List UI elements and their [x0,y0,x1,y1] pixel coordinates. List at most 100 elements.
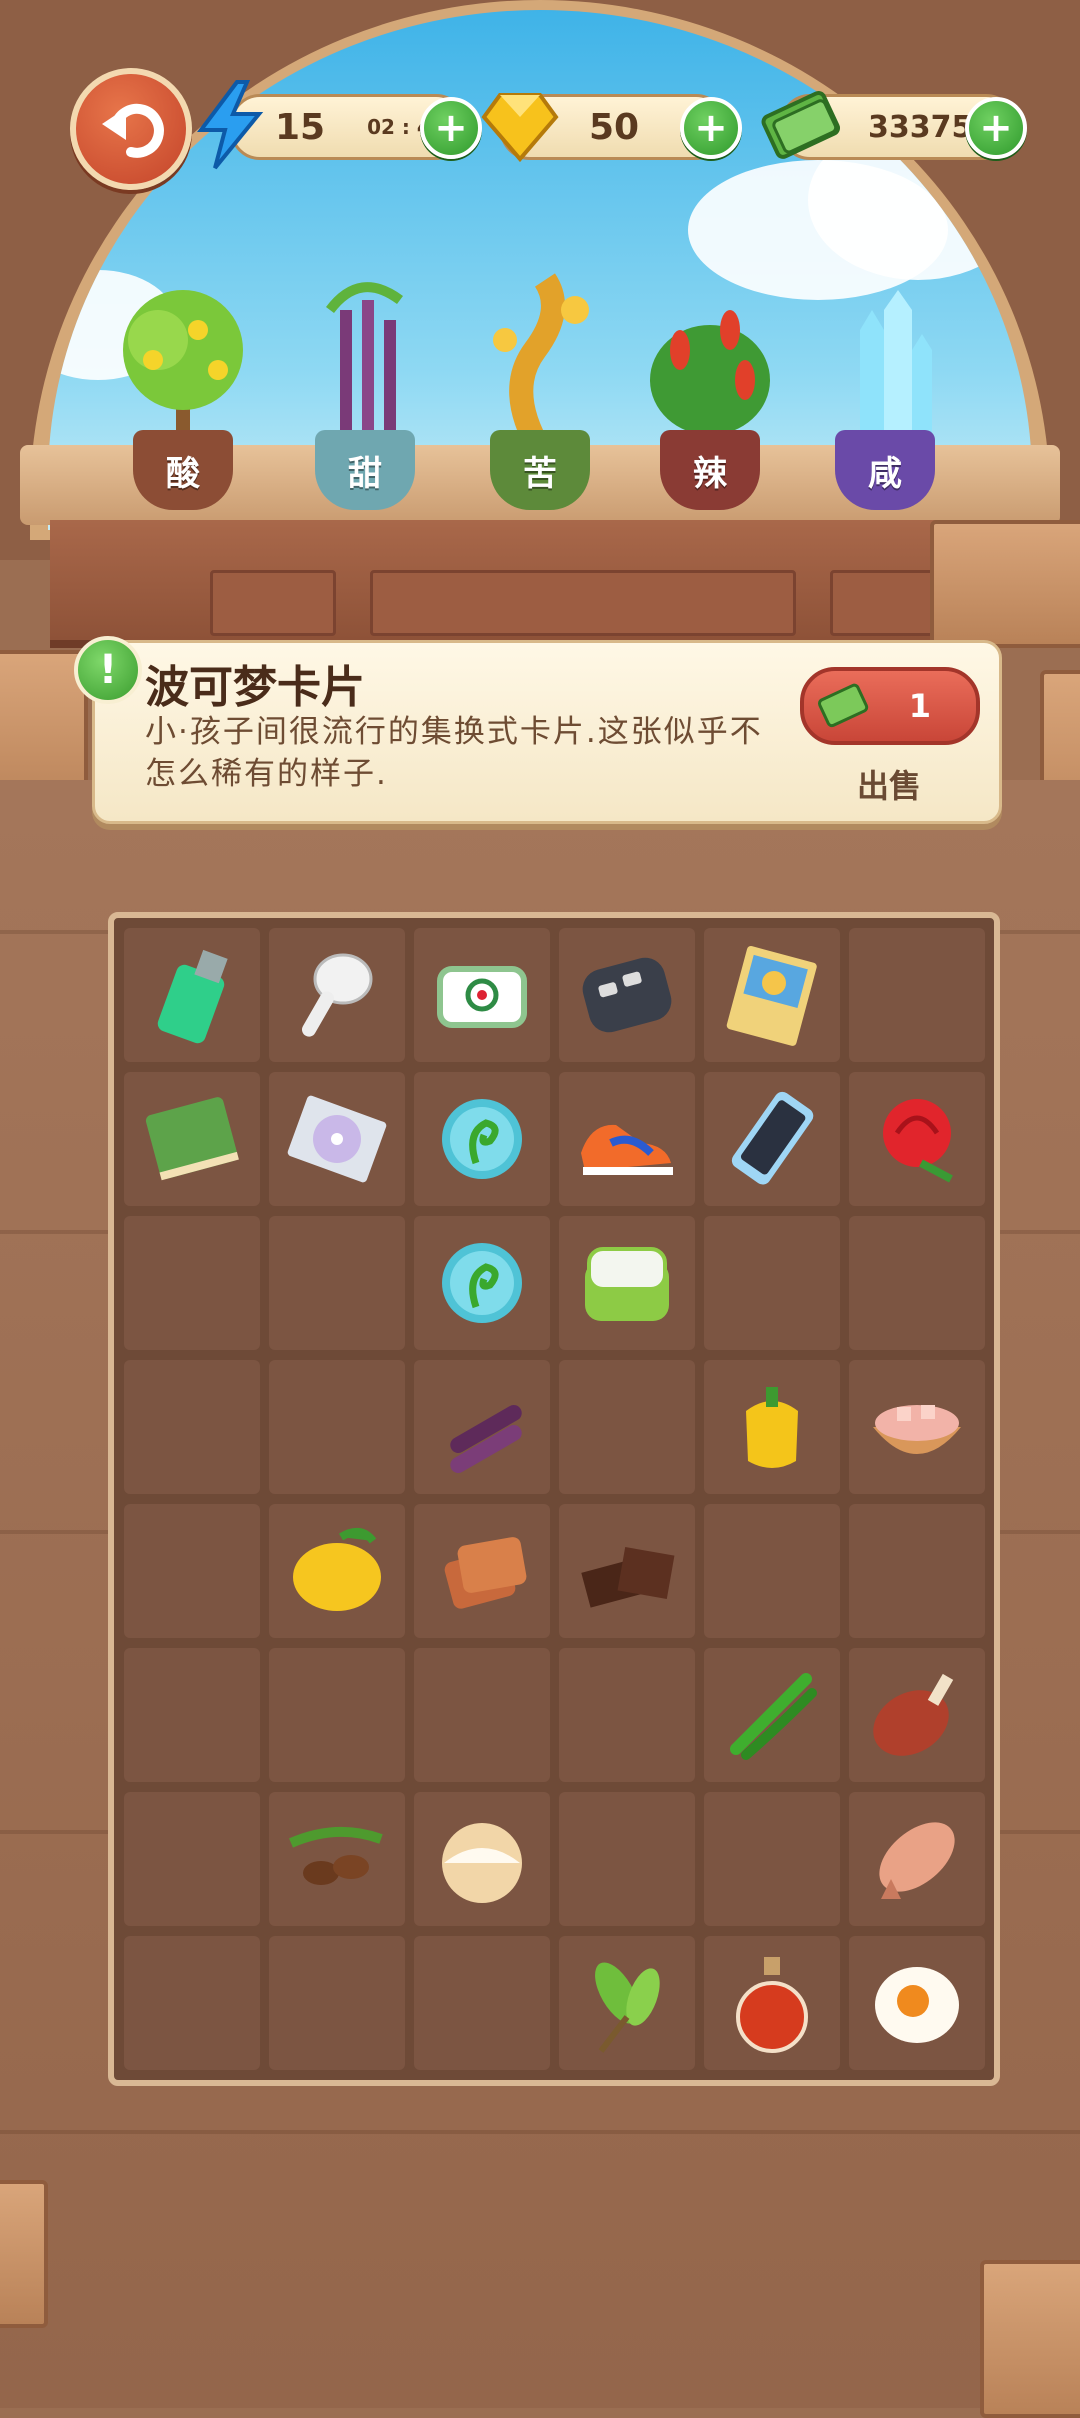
inventory-slot[interactable] [414,1216,550,1350]
inventory-slot[interactable] [559,1936,695,2070]
back-arrow-icon [102,103,164,158]
inventory-slot[interactable] [269,1072,405,1206]
inventory-slot[interactable] [269,1216,405,1350]
plant-sweet[interactable]: 甜 [290,270,440,510]
plant-bitter[interactable]: 苦 [465,270,615,510]
cash-icon [817,683,869,728]
inventory-slot[interactable] [124,1072,260,1206]
plant-label-bitter: 苦 [523,453,557,494]
sell-count: 1 [908,687,931,725]
inventory-slot[interactable] [704,1936,840,2070]
inventory-slot[interactable] [414,1360,550,1494]
smartphone-icon[interactable] [716,1083,828,1195]
pot-spicy: 辣 [660,430,760,510]
inventory-slot[interactable] [849,1360,985,1494]
inventory-slot[interactable] [849,1648,985,1782]
inventory-slot[interactable] [124,1216,260,1350]
inventory-slot[interactable] [414,1504,550,1638]
green-book-icon[interactable] [136,1083,248,1195]
cream-puff-icon[interactable] [426,1803,538,1915]
sugarcane-icon[interactable] [426,1371,538,1483]
tamarind-icon[interactable] [281,1803,393,1915]
sneaker-icon[interactable] [571,1083,683,1195]
inventory-slot[interactable] [414,928,550,1062]
inventory-slot[interactable] [849,1792,985,1926]
chocolate-icon[interactable] [571,1515,683,1627]
inventory-slot[interactable] [414,1936,550,2070]
inventory-slot[interactable] [849,1072,985,1206]
mahjong-tile-icon[interactable] [426,939,538,1051]
lunchbox-icon[interactable] [571,1227,683,1339]
inventory-slot[interactable] [704,1792,840,1926]
inventory-slot[interactable] [704,1648,840,1782]
inventory-slot[interactable] [124,928,260,1062]
plant-label-sour: 酸 [166,453,200,494]
inventory-slot[interactable] [269,1504,405,1638]
lighter-icon[interactable] [136,939,248,1051]
lemon-icon[interactable] [281,1515,393,1627]
inventory-slot[interactable] [559,928,695,1062]
pot-sweet: 甜 [315,430,415,510]
energy-add-button[interactable]: + [420,97,482,159]
inventory-slot[interactable] [269,928,405,1062]
plant-label-salty: 咸 [868,453,902,494]
inventory-slot[interactable] [849,1504,985,1638]
pot-salty: 咸 [835,430,935,510]
inventory-slot[interactable] [269,1936,405,2070]
back-button[interactable] [70,68,192,190]
cd-case-icon[interactable] [281,1083,393,1195]
tea-leaves-icon[interactable] [571,1947,683,2059]
trading-card-icon[interactable] [716,939,828,1051]
inventory-slot[interactable] [124,1504,260,1638]
inventory-slot[interactable] [269,1360,405,1494]
inventory-slot[interactable] [849,1216,985,1350]
cash-add-button[interactable]: + [965,97,1027,159]
inventory-slot[interactable] [414,1792,550,1926]
dried-fish-icon[interactable] [861,1803,973,1915]
toast-icon[interactable] [426,1515,538,1627]
yellow-pepper-icon[interactable] [716,1371,828,1483]
sell-button[interactable]: 1 [800,667,980,745]
inventory-slot[interactable] [124,1936,260,2070]
inventory-slot[interactable] [124,1648,260,1782]
inventory-slot[interactable] [559,1504,695,1638]
inventory-slot[interactable] [124,1792,260,1926]
salted-egg-icon[interactable] [861,1947,973,2059]
green-orb-icon[interactable] [426,1083,538,1195]
plant-salty[interactable]: 咸 [810,270,960,510]
inventory-slot[interactable] [269,1648,405,1782]
inventory-slot[interactable] [559,1792,695,1926]
inventory-slot[interactable] [849,928,985,1062]
green-orb-icon[interactable] [426,1227,538,1339]
inventory-slot[interactable] [704,1504,840,1638]
inventory-slot[interactable] [559,1072,695,1206]
inventory-slot[interactable] [414,1648,550,1782]
inventory-slot[interactable] [704,928,840,1062]
energy-icon [195,80,265,170]
earbud-icon[interactable] [281,939,393,1051]
plant-sour[interactable]: 酸 [108,270,258,510]
rose-icon[interactable] [861,1083,973,1195]
energy-value: 15 [275,106,326,148]
meat-bowl-icon[interactable] [861,1371,973,1483]
item-description: 小·孩子间很流行的集换式卡片.这张似乎不怎么稀有的样子. [145,714,763,792]
plant-spicy[interactable]: 辣 [635,270,785,510]
inventory-slot[interactable] [124,1360,260,1494]
inventory-slot[interactable] [414,1072,550,1206]
inventory-slot[interactable] [849,1936,985,2070]
inventory-slot[interactable] [704,1072,840,1206]
inventory-slot[interactable] [704,1360,840,1494]
car-key-icon[interactable] [571,939,683,1051]
sauce-bottle-icon[interactable] [716,1947,828,2059]
ham-leg-icon[interactable] [861,1659,973,1771]
pot-bitter: 苦 [490,430,590,510]
inventory-slot[interactable] [559,1648,695,1782]
gem-add-button[interactable]: + [680,97,742,159]
plant-label-spicy: 辣 [693,453,727,494]
plant-label-sweet: 甜 [348,453,382,494]
inventory-slot[interactable] [704,1216,840,1350]
green-chili-icon[interactable] [716,1659,828,1771]
inventory-slot[interactable] [559,1360,695,1494]
inventory-slot[interactable] [559,1216,695,1350]
inventory-slot[interactable] [269,1792,405,1926]
